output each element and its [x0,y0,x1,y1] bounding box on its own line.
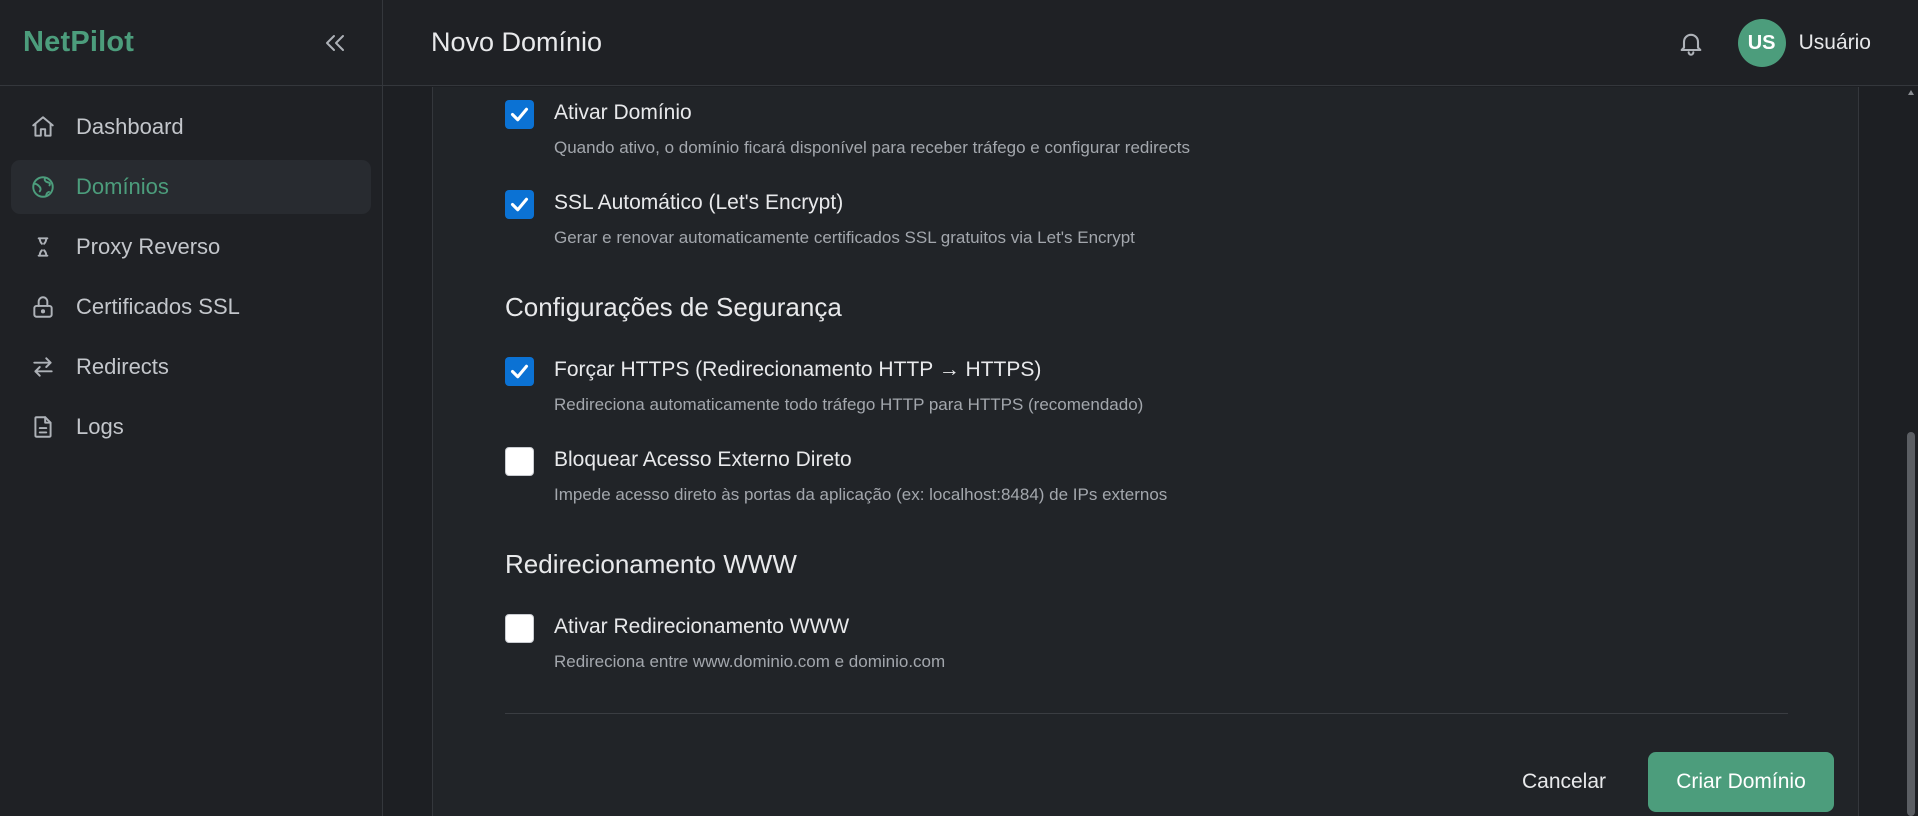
sidebar-item-redirects[interactable]: Redirects [11,340,371,394]
sidebar-nav: Dashboard Domínios Proxy Reverso Certifi… [0,86,382,454]
option-description: Quando ativo, o domínio ficará disponíve… [554,138,1190,157]
create-domain-button[interactable]: Criar Domínio [1648,752,1834,812]
option-label[interactable]: Ativar Domínio [554,101,692,125]
sidebar-item-proxy-reverso[interactable]: Proxy Reverso [11,220,371,274]
sidebar: NetPilot Dashboard Domínios Proxy Revers… [0,0,383,816]
option-label[interactable]: Forçar HTTPS (Redirecionamento HTTP → HT… [554,358,1041,382]
option-label[interactable]: Ativar Redirecionamento WWW [554,615,849,639]
user-name[interactable]: Usuário [1799,31,1871,55]
home-icon [29,113,57,141]
option-description: Impede acesso direto às portas da aplica… [554,485,1168,504]
sidebar-item-dashboard[interactable]: Dashboard [11,100,371,154]
www-section-title: Redirecionamento WWW [505,549,797,579]
sidebar-item-label: Certificados SSL [76,294,240,319]
option-description: Redireciona automaticamente todo tráfego… [554,395,1144,414]
sidebar-header: NetPilot [0,0,382,86]
sidebar-item-dominios[interactable]: Domínios [11,160,371,214]
sidebar-item-label: Redirects [76,354,169,379]
security-section-title: Configurações de Segurança [505,292,842,322]
avatar[interactable]: US [1737,19,1786,67]
option-description: Redireciona entre www.dominio.com e domi… [554,652,946,671]
sidebar-item-label: Domínios [76,174,169,199]
option-description: Gerar e renovar automaticamente certific… [554,228,1135,247]
sidebar-item-label: Proxy Reverso [76,234,221,259]
form-divider [505,713,1788,714]
option-label[interactable]: SSL Automático (Let's Encrypt) [554,191,843,215]
ativar-dominio-checkbox[interactable] [505,100,534,129]
option-label[interactable]: Bloquear Acesso Externo Direto [554,448,852,472]
scroll-up-arrow-icon[interactable] [1907,89,1915,97]
domain-form-card: Ativar Domínio Quando ativo, o domínio f… [432,87,1859,816]
file-icon [29,413,57,441]
notifications-button[interactable] [1674,26,1708,60]
redirecionamento-www-checkbox[interactable] [505,614,534,643]
user-area: US Usuário [1674,0,1871,86]
sidebar-item-label: Dashboard [76,114,184,139]
lock-icon [29,293,57,321]
proxy-icon [29,233,57,261]
arrows-swap-icon [29,353,57,381]
scrollbar-thumb[interactable] [1907,432,1915,816]
page-title: Novo Domínio [431,27,603,57]
chevrons-left-icon [326,34,344,51]
collapse-sidebar-button[interactable] [318,26,352,60]
vertical-scrollbar[interactable] [1904,87,1918,816]
main-content: Ativar Domínio Quando ativo, o domínio f… [384,87,1918,816]
cancel-button[interactable]: Cancelar [1495,752,1633,812]
sidebar-item-certificados-ssl[interactable]: Certificados SSL [11,280,371,334]
ssl-automatico-checkbox[interactable] [505,190,534,219]
bell-icon [1680,33,1702,56]
globe-icon [29,173,57,201]
checkmark-icon [510,364,529,379]
forcar-https-checkbox[interactable] [505,357,534,386]
checkmark-icon [510,107,529,122]
checkmark-icon [510,197,529,212]
sidebar-item-logs[interactable]: Logs [11,400,371,454]
top-bar: Novo Domínio US Usuário [383,0,1918,86]
bloquear-acesso-checkbox[interactable] [505,447,534,476]
sidebar-item-label: Logs [76,414,124,439]
app-root: NetPilot Dashboard Domínios Proxy Revers… [0,0,1918,816]
brand-logo[interactable]: NetPilot [23,26,134,59]
